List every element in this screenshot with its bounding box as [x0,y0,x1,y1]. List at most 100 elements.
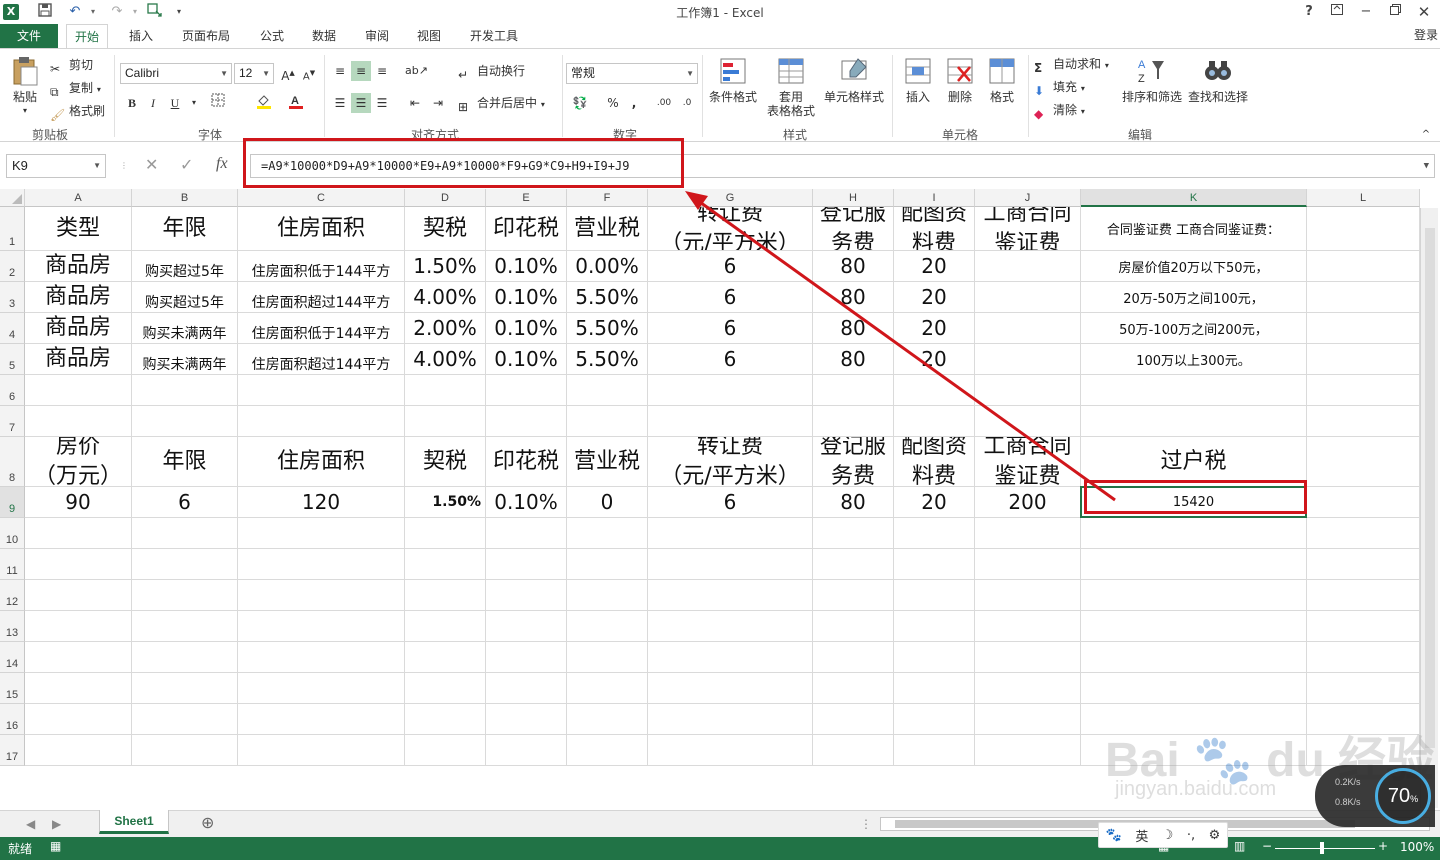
zoom-level[interactable]: 100% [1400,840,1434,854]
cell-e11[interactable] [486,549,567,580]
column-header-f[interactable]: F [567,189,648,207]
column-header-e[interactable]: E [486,189,567,207]
autosum-button[interactable]: Σ 自动求和 ▾ [1034,54,1109,75]
tab-review[interactable]: 审阅 [357,24,397,48]
cell-a9[interactable]: 90 [25,487,132,518]
cell-a2[interactable]: 商品房 [25,251,132,282]
cell-g1[interactable]: 转让费 （元/平方米） [648,207,813,251]
currency-icon[interactable]: 💱 [570,93,590,113]
cell-k15[interactable] [1081,673,1307,704]
delete-cells-button[interactable]: 删除 [940,55,980,104]
cell-j5[interactable] [975,344,1081,375]
tab-insert[interactable]: 插入 [121,24,161,48]
cell-d8[interactable]: 契税 [405,437,486,487]
increase-decimal-icon[interactable]: .00 [654,93,674,113]
fill-color-icon[interactable] [254,93,274,113]
ribbon-display-icon[interactable] [1326,2,1348,22]
cell-l12[interactable] [1307,580,1420,611]
tab-home[interactable]: 开始 [66,24,109,49]
cell-b15[interactable] [132,673,238,704]
ime-settings-icon[interactable]: ⚙ [1209,828,1221,843]
cell-b12[interactable] [132,580,238,611]
cell-l10[interactable] [1307,518,1420,549]
cell-j14[interactable] [975,642,1081,673]
cell-h10[interactable] [813,518,894,549]
cell-k7[interactable] [1081,406,1307,437]
cell-l7[interactable] [1307,406,1420,437]
cell-f3[interactable]: 5.50% [567,282,648,313]
cell-c17[interactable] [238,735,405,766]
cell-l9[interactable] [1307,487,1420,518]
cell-d10[interactable] [405,518,486,549]
cell-f8[interactable]: 营业税 [567,437,648,487]
name-box[interactable]: K9 ▼ [6,154,106,178]
column-header-b[interactable]: B [132,189,238,207]
cell-i4[interactable]: 20 [894,313,975,344]
cell-f2[interactable]: 0.00% [567,251,648,282]
merge-dropdown-icon[interactable]: ▾ [541,100,545,109]
cell-j8[interactable]: 工商合同 鉴证费 [975,437,1081,487]
align-bottom-icon[interactable]: ≡ [372,61,392,81]
align-middle-icon[interactable]: ≡ [351,61,371,81]
cell-d14[interactable] [405,642,486,673]
select-all-corner[interactable] [0,189,25,207]
cell-j3[interactable] [975,282,1081,313]
row-header-7[interactable]: 7 [0,406,25,437]
cell-i12[interactable] [894,580,975,611]
tab-developer[interactable]: 开发工具 [462,24,526,48]
cell-i11[interactable] [894,549,975,580]
cell-a14[interactable] [25,642,132,673]
cell-j17[interactable] [975,735,1081,766]
cell-k11[interactable] [1081,549,1307,580]
row-header-8[interactable]: 8 [0,437,25,487]
new-sheet-icon[interactable]: ⊕ [201,813,214,833]
cell-h8[interactable]: 登记服 务费 [813,437,894,487]
cell-c7[interactable] [238,406,405,437]
cell-f5[interactable]: 5.50% [567,344,648,375]
cell-h15[interactable] [813,673,894,704]
cell-h12[interactable] [813,580,894,611]
cell-b17[interactable] [132,735,238,766]
cell-c15[interactable] [238,673,405,704]
ime-language[interactable]: 英 [1135,826,1148,845]
cell-i16[interactable] [894,704,975,735]
next-sheet-icon[interactable]: ▶ [52,814,61,834]
vertical-scrollbar[interactable] [1420,208,1438,808]
cell-h1[interactable]: 登记服 务费 [813,207,894,251]
zoom-in-icon[interactable]: + [1378,839,1388,853]
cell-e2[interactable]: 0.10% [486,251,567,282]
cell-d1[interactable]: 契税 [405,207,486,251]
minimize-icon[interactable]: − [1355,2,1377,22]
collapse-ribbon-icon[interactable]: ^ [1416,125,1436,145]
copy-dropdown-icon[interactable]: ▾ [97,85,101,94]
cell-l5[interactable] [1307,344,1420,375]
row-header-4[interactable]: 4 [0,313,25,344]
cell-styles-button[interactable]: 单元格样式 [822,55,886,104]
cell-a13[interactable] [25,611,132,642]
cell-j15[interactable] [975,673,1081,704]
cell-i1[interactable]: 配图资 料费 [894,207,975,251]
cell-h13[interactable] [813,611,894,642]
cell-k3[interactable]: 20万-50万之间100元， [1081,282,1307,313]
cell-e12[interactable] [486,580,567,611]
cell-j13[interactable] [975,611,1081,642]
help-button[interactable]: ? [1298,2,1320,22]
cell-i17[interactable] [894,735,975,766]
cell-a8[interactable]: 房价 （万元） [25,437,132,487]
cell-g17[interactable] [648,735,813,766]
cell-b5[interactable]: 购买未满两年 [132,344,238,375]
cell-h11[interactable] [813,549,894,580]
increase-indent-icon[interactable]: ⇥ [428,93,448,113]
zoom-out-icon[interactable]: − [1262,839,1272,853]
cell-k1[interactable]: 合同鉴证费 工商合同鉴证费： [1081,207,1307,251]
cell-c14[interactable] [238,642,405,673]
sheet-tab-sheet1[interactable]: Sheet1 [99,810,169,834]
row-header-14[interactable]: 14 [0,642,25,673]
cell-d16[interactable] [405,704,486,735]
cell-d3[interactable]: 4.00% [405,282,486,313]
cell-j16[interactable] [975,704,1081,735]
cell-i14[interactable] [894,642,975,673]
format-cells-button[interactable]: 格式 [982,55,1022,104]
cell-l14[interactable] [1307,642,1420,673]
cell-h17[interactable] [813,735,894,766]
